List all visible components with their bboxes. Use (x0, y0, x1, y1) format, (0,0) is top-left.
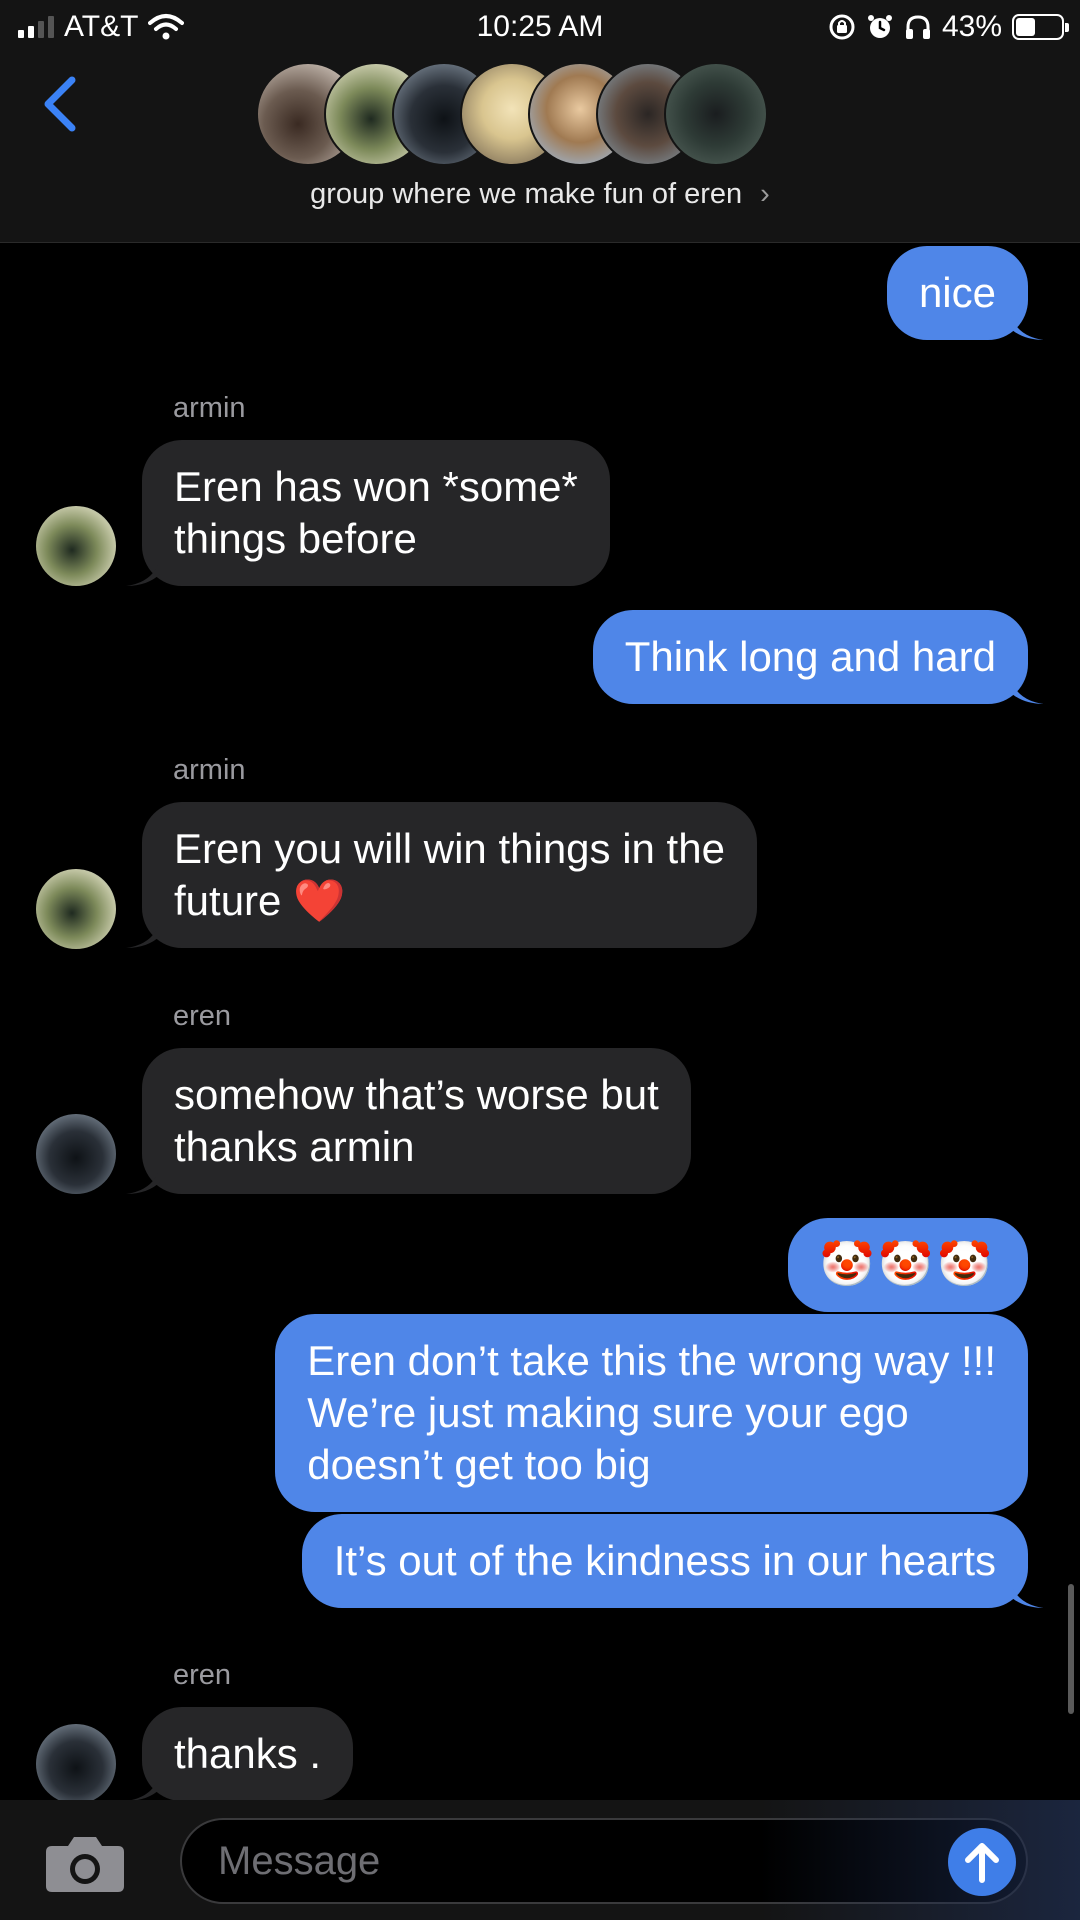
battery-icon (1012, 14, 1069, 40)
sender-name: armin (173, 754, 246, 786)
orientation-lock-icon (829, 14, 855, 40)
camera-button[interactable] (44, 1834, 126, 1894)
avatar[interactable] (36, 869, 116, 949)
message-text: Eren has won *some* things before (174, 463, 578, 562)
battery-percentage: 43% (941, 10, 1002, 43)
arrow-up-icon (965, 1843, 999, 1883)
send-button[interactable] (948, 1828, 1016, 1896)
message-bubble-incoming[interactable]: Eren has won *some* things before (126, 440, 610, 586)
sender-name: eren (173, 1000, 232, 1032)
wifi-icon (148, 14, 185, 40)
message-thread[interactable]: nice armin Eren has won *some* things be… (0, 244, 1080, 1804)
message-text: somehow that’s worse but thanks armin (174, 1071, 659, 1170)
scroll-indicator[interactable] (1068, 1584, 1074, 1714)
message-bubble-outgoing[interactable]: nice (886, 246, 1044, 340)
sender-name: armin (173, 392, 246, 424)
alarm-icon (867, 15, 892, 38)
sender-name: eren (173, 1659, 232, 1691)
message-bubble-outgoing[interactable]: It’s out of the kindness in our hearts (301, 1514, 1044, 1608)
avatar[interactable] (36, 1114, 116, 1194)
message-text: Eren don’t take this the wrong way !!! W… (307, 1337, 996, 1488)
back-button[interactable] (36, 72, 86, 136)
message-bubble-incoming[interactable]: thanks . (126, 1707, 354, 1801)
message-input[interactable] (218, 1820, 918, 1902)
headphones-icon (905, 15, 930, 39)
cellular-signal-icon (18, 16, 54, 38)
message-text: thanks . (174, 1730, 322, 1777)
message-text: It’s out of the kindness in our hearts (333, 1537, 996, 1584)
message-bubble-incoming[interactable]: somehow that’s worse but thanks armin (126, 1048, 691, 1194)
carrier-name: AT&T (64, 10, 139, 43)
group-name-button[interactable]: group where we make fun of eren › (0, 178, 1080, 211)
message-bubble-outgoing[interactable]: Eren don’t take this the wrong way !!! W… (275, 1314, 1028, 1512)
chevron-right-icon: › (760, 178, 770, 210)
message-input-field[interactable] (180, 1818, 1028, 1904)
compose-bar (0, 1800, 1080, 1920)
message-bubble-incoming[interactable]: Eren you will win things in the future ❤… (126, 802, 757, 948)
chevron-left-icon (44, 76, 76, 132)
message-text: 🤡🤡🤡 (819, 1240, 996, 1289)
avatar[interactable] (36, 1724, 116, 1804)
message-bubble-outgoing[interactable]: 🤡🤡🤡 (787, 1218, 1028, 1312)
status-bar: AT&T 10:25 AM 43% (0, 0, 1080, 54)
group-name: group where we make fun of eren (310, 178, 743, 210)
member-avatar (664, 62, 768, 166)
avatar[interactable] (36, 506, 116, 586)
message-text: Think long and hard (624, 633, 996, 680)
message-text: nice (918, 269, 996, 316)
camera-icon (46, 1837, 124, 1892)
message-bubble-outgoing[interactable]: Think long and hard (592, 610, 1044, 704)
message-text: Eren you will win things in the future ❤… (174, 825, 725, 924)
group-avatars[interactable] (256, 62, 826, 166)
